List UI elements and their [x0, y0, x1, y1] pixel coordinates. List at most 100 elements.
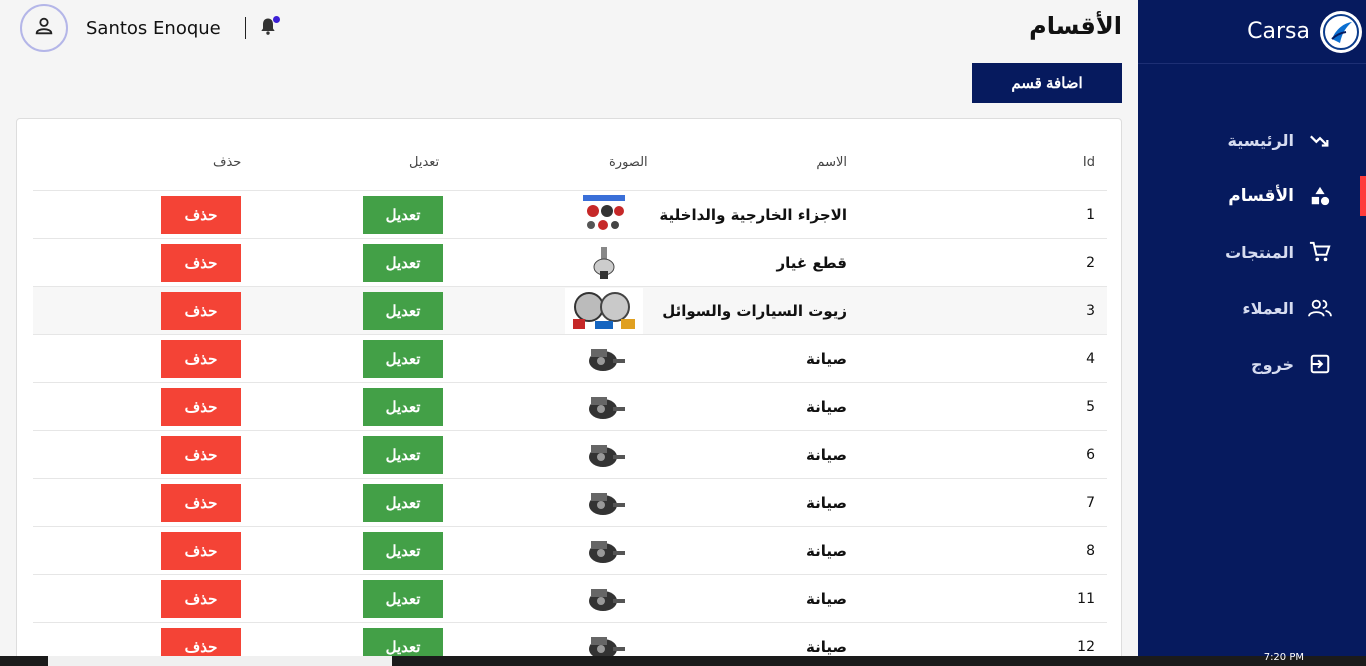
- cell-delete: حذف: [161, 575, 241, 623]
- delete-button[interactable]: حذف: [161, 196, 241, 234]
- cell-name: صيانة: [806, 542, 847, 560]
- sidebar-item-categories[interactable]: الأقسام: [1138, 168, 1366, 224]
- column-header-image: الصورة: [609, 155, 648, 170]
- cell-delete: حذف: [161, 335, 241, 383]
- os-taskbar: 7:20 PM: [0, 652, 1366, 666]
- cell-image: [565, 335, 643, 383]
- cell-image: [565, 431, 643, 479]
- add-category-button[interactable]: اضافة قسم: [972, 63, 1122, 103]
- category-thumbnail: [580, 384, 628, 430]
- user-area: Santos Enoque: [20, 4, 280, 52]
- notification-dot: [272, 16, 280, 23]
- person-icon: [33, 15, 55, 41]
- edit-button[interactable]: تعديل: [363, 340, 443, 378]
- cell-edit: تعديل: [363, 431, 443, 479]
- cell-image: [565, 479, 643, 527]
- table-header: Id الاسم الصورة تعديل حذف: [33, 143, 1107, 191]
- cell-name: صيانة: [806, 398, 847, 416]
- delete-button[interactable]: حذف: [161, 484, 241, 522]
- cell-image: [565, 383, 643, 431]
- edit-button[interactable]: تعديل: [363, 532, 443, 570]
- cell-delete: حذف: [161, 239, 241, 287]
- cart-icon: [1308, 240, 1332, 264]
- cell-name: صيانة: [806, 350, 847, 368]
- sidebar-item-products[interactable]: المنتجات: [1138, 224, 1366, 280]
- delete-button[interactable]: حذف: [161, 388, 241, 426]
- edit-button[interactable]: تعديل: [363, 388, 443, 426]
- category-thumbnail: [580, 240, 628, 286]
- category-thumbnail: [580, 336, 628, 382]
- category-thumbnail: [580, 528, 628, 574]
- category-thumbnail: [580, 192, 628, 238]
- cell-name: صيانة: [806, 590, 847, 608]
- cell-name: صيانة: [806, 494, 847, 512]
- delete-button[interactable]: حذف: [161, 244, 241, 282]
- cell-id: 6: [1086, 447, 1095, 463]
- cell-edit: تعديل: [363, 239, 443, 287]
- table-row: 3 زيوت السيارات والسوائل تعديل حذف: [33, 287, 1107, 335]
- cell-id: 5: [1086, 399, 1095, 415]
- edit-button[interactable]: تعديل: [363, 244, 443, 282]
- column-header-name: الاسم: [816, 155, 847, 170]
- cell-id: 3: [1086, 303, 1095, 319]
- taskbar-clock: 7:20 PM: [1263, 652, 1304, 663]
- sidebar-item-label: الأقسام: [1228, 186, 1294, 206]
- cell-edit: تعديل: [363, 575, 443, 623]
- taskbar-search[interactable]: [48, 656, 392, 666]
- categories-card: Id الاسم الصورة تعديل حذف 1 الاجزاء الخار…: [16, 118, 1122, 666]
- sidebar-item-label: العملاء: [1242, 298, 1294, 318]
- table-row: 8 صيانة تعديل حذف: [33, 527, 1107, 575]
- sidebar-item-label: الرئيسية: [1227, 130, 1295, 150]
- cell-edit: تعديل: [363, 287, 443, 335]
- edit-button[interactable]: تعديل: [363, 580, 443, 618]
- cell-delete: حذف: [161, 383, 241, 431]
- cell-edit: تعديل: [363, 335, 443, 383]
- sidebar-item-label: خروج: [1251, 354, 1294, 374]
- sidebar-item-home[interactable]: الرئيسية: [1138, 112, 1366, 168]
- cell-id: 8: [1086, 543, 1095, 559]
- delete-button[interactable]: حذف: [161, 340, 241, 378]
- table-row: 1 الاجزاء الخارجية والداخلية تعديل حذف: [33, 191, 1107, 239]
- sidebar-item-logout[interactable]: خروج: [1138, 336, 1366, 392]
- cell-edit: تعديل: [363, 383, 443, 431]
- cell-delete: حذف: [161, 479, 241, 527]
- user-name[interactable]: Santos Enoque: [86, 18, 221, 39]
- column-header-edit: تعديل: [409, 155, 440, 170]
- delete-button[interactable]: حذف: [161, 292, 241, 330]
- edit-button[interactable]: تعديل: [363, 484, 443, 522]
- cell-image: [565, 239, 643, 287]
- category-thumbnail: [565, 288, 643, 334]
- delete-button[interactable]: حذف: [161, 580, 241, 618]
- brand[interactable]: Carsa: [1138, 0, 1366, 64]
- people-icon: [1308, 296, 1332, 320]
- delete-button[interactable]: حذف: [161, 436, 241, 474]
- app: Carsa الرئيسية الأقسام المنتجات العملاء …: [0, 0, 1366, 666]
- column-header-id: Id: [1082, 155, 1095, 170]
- trending-icon: [1308, 128, 1332, 152]
- column-header-delete: حذف: [213, 155, 242, 170]
- sidebar: Carsa الرئيسية الأقسام المنتجات العملاء …: [1138, 0, 1366, 666]
- avatar[interactable]: [20, 4, 68, 52]
- cell-delete: حذف: [161, 287, 241, 335]
- cell-id: 7: [1086, 495, 1095, 511]
- edit-button[interactable]: تعديل: [363, 196, 443, 234]
- sidebar-item-label: المنتجات: [1225, 242, 1294, 262]
- cell-image: [565, 191, 643, 239]
- delete-button[interactable]: حذف: [161, 532, 241, 570]
- cell-id: 1: [1086, 207, 1095, 223]
- brand-name: Carsa: [1247, 19, 1310, 44]
- edit-button[interactable]: تعديل: [363, 292, 443, 330]
- cell-name: زيوت السيارات والسوائل: [662, 302, 847, 320]
- categories-icon: [1308, 184, 1332, 208]
- table-body: 1 الاجزاء الخارجية والداخلية تعديل حذف 2 قطع …: [33, 191, 1107, 666]
- cell-id: 4: [1086, 351, 1095, 367]
- sidebar-item-customers[interactable]: العملاء: [1138, 280, 1366, 336]
- edit-button[interactable]: تعديل: [363, 436, 443, 474]
- cell-id: 2: [1086, 255, 1095, 271]
- table-row: 11 صيانة تعديل حذف: [33, 575, 1107, 623]
- logout-icon: [1308, 352, 1332, 376]
- top-header: الأقسام Santos Enoque: [0, 0, 1138, 56]
- notifications-button[interactable]: [256, 16, 280, 40]
- cell-edit: تعديل: [363, 479, 443, 527]
- cell-image: [565, 287, 643, 335]
